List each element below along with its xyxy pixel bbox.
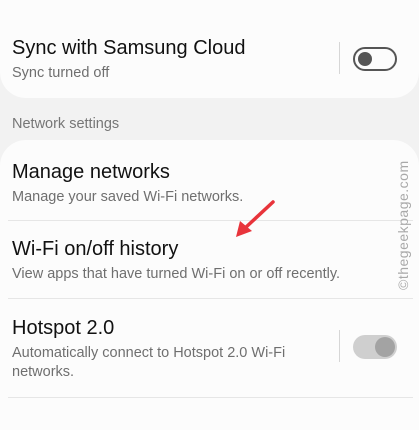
red-arrow-annotation	[236, 200, 275, 237]
